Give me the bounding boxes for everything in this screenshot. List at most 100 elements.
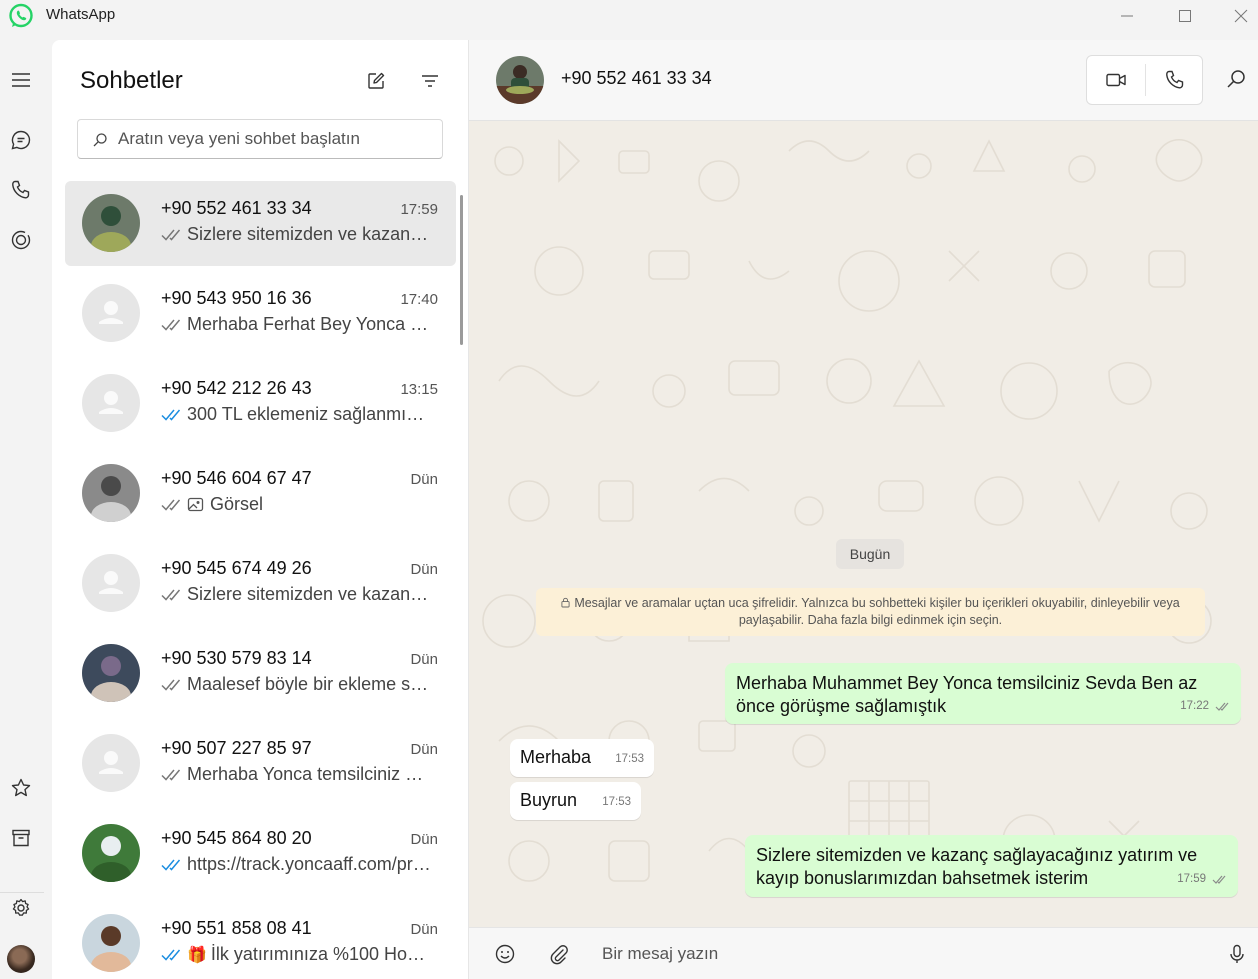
message-composer [469,927,1258,979]
app-title: WhatsApp [46,6,116,23]
chat-preview: Sizlere sitemizden ve kazanç sağlayacağı… [161,584,431,605]
search-icon[interactable] [1224,68,1248,92]
chat-list-item[interactable]: +90 546 604 67 47 Dün Görsel [65,451,456,536]
conversation-pane: +90 552 461 33 34 Bugün Mesajlar ve aram… [469,40,1258,979]
nav-chats[interactable] [6,125,36,155]
contact-photo [496,56,544,104]
chat-preview: 🎁İlk yatırımınıza %100 Hoş geldin bonusu [161,944,431,965]
message-input[interactable] [602,936,1202,972]
chat-time: 17:59 [400,201,438,218]
status-icon [11,230,31,250]
chat-name: +90 545 864 80 20 [161,828,312,848]
chat-preview-text: Sizlere sitemizden ve kazanç sağlayacağı… [187,584,431,604]
chat-name: +90 530 579 83 14 [161,648,312,668]
new-chat-icon [368,72,385,89]
filter-icon [422,75,438,87]
chat-list-item[interactable]: +90 545 674 49 26 Dün Sizlere sitemizden v… [65,541,456,626]
message-time: 17:53 [602,796,631,808]
chat-preview: Merhaba Yonca temsilciniz Sevda [161,764,431,785]
encryption-notice-text: Mesajlar ve aramalar uçtan uca şifrelidi… [574,596,1180,627]
chat-name: +90 545 674 49 26 [161,558,312,578]
default-avatar-icon [82,554,140,612]
chat-time: Dün [410,561,438,578]
chat-time: 13:15 [400,381,438,398]
search-box[interactable] [77,119,443,159]
double-check-icon [161,589,181,601]
nav-archived[interactable] [6,823,36,853]
chat-list-item[interactable]: +90 530 579 83 14 Dün Maalesef böyle bir e… [65,631,456,716]
default-avatar-icon [82,374,140,432]
filter-chats-button[interactable] [417,68,443,94]
chat-preview: Maalesef böyle bir ekleme sağlanamıyor [161,674,431,695]
chat-list-item[interactable]: +90 552 461 33 34 17:59 Sizlere sitemizden… [65,181,456,266]
contact-name[interactable]: +90 552 461 33 34 [561,68,712,89]
message-bubble-incoming[interactable]: Buyrun 17:53 [510,782,641,820]
voice-message-button[interactable] [1224,941,1250,967]
message-meta: 17:22 [1180,695,1231,718]
chat-list-item[interactable]: +90 551 858 08 41 Dün 🎁 İlk yatırımınıza %1… [65,901,456,979]
chat-preview-text: Sizlere sitemizden ve kazanç sağlayacağı… [187,224,431,244]
double-check-icon [161,409,181,421]
chat-time: Dün [410,831,438,848]
minimize-icon [1121,15,1133,17]
contact-photo [82,644,140,702]
archive-icon [12,829,30,847]
voice-call-button[interactable] [1146,56,1204,104]
minimize-button[interactable] [1104,0,1150,32]
double-check-icon [161,949,181,961]
new-chat-button[interactable] [363,68,389,94]
chat-name: +90 542 212 26 43 [161,378,312,398]
emoji-button[interactable] [492,941,518,967]
double-check-icon [1215,702,1229,711]
maximize-button[interactable] [1162,0,1208,32]
attach-icon [550,945,568,965]
message-meta: 17:53 [615,748,644,771]
chat-preview-text: Maalesef böyle bir ekleme sağlanamıyor [187,674,431,694]
search-icon [93,133,107,147]
double-check-icon [161,319,181,331]
chat-preview: Sizlere sitemizden ve kazanç sağlayacağı… [161,224,431,245]
gift-emoji: 🎁 [187,946,207,964]
calls-icon [12,180,30,199]
chat-time: Dün [410,651,438,668]
message-meta: 17:53 [602,791,631,814]
attach-button[interactable] [546,941,572,967]
message-meta: 17:59 [1177,868,1228,891]
chat-list-item[interactable]: +90 542 212 26 43 13:15 300 TL eklemeniz s… [65,361,456,446]
chat-name: +90 543 950 16 36 [161,288,312,308]
contact-avatar[interactable] [496,56,544,104]
nav-starred[interactable] [6,773,36,803]
chat-preview-text: İlk yatırımınıza %100 Hoş geldin bonusu [210,944,431,964]
message-time: 17:22 [1180,700,1209,712]
profile-avatar[interactable] [7,945,35,973]
chat-list-item[interactable]: +90 507 227 85 97 Dün Merhaba Yonca temsil… [65,721,456,806]
nav-calls[interactable] [6,175,36,205]
chat-time: Dün [410,741,438,758]
nav-status[interactable] [6,225,36,255]
chat-preview-text: 300 TL eklemeniz sağlanmıştır [187,404,431,424]
message-time: 17:59 [1177,873,1206,885]
double-check-icon [1212,875,1226,884]
chat-preview-text: Görsel [210,494,264,514]
microphone-icon [1230,944,1244,963]
chat-list-item[interactable]: +90 543 950 16 36 17:40 Merhaba Ferhat Bey… [65,271,456,356]
menu-button[interactable] [6,65,36,95]
chat-time: Dün [410,921,438,938]
chat-list-item[interactable]: +90 545 864 80 20 Dün https://track.yoncaa… [65,811,456,896]
voice-call-icon [1166,70,1184,89]
chat-time: 17:40 [400,291,438,308]
menu-icon [12,73,30,87]
message-text: Sizlere sitemizden ve kazanç sağlayacağı… [756,845,1198,888]
encryption-notice[interactable]: Mesajlar ve aramalar uçtan uca şifrelidi… [536,588,1205,636]
chat-name: +90 552 461 33 34 [161,198,312,218]
message-bubble-incoming[interactable]: Merhaba 17:53 [510,739,654,777]
video-call-button[interactable] [1087,56,1145,104]
conversation-header: +90 552 461 33 34 [469,40,1258,121]
message-bubble-outgoing[interactable]: Merhaba Muhammet Bey Yonca temsilciniz S… [725,663,1241,724]
nav-settings[interactable] [6,893,36,923]
search-input[interactable] [118,120,428,158]
message-bubble-outgoing[interactable]: Sizlere sitemizden ve kazanç sağlayacağı… [745,835,1238,897]
chat-list-scrollbar[interactable] [460,195,463,345]
star-icon [11,778,31,797]
close-button[interactable] [1218,0,1258,32]
